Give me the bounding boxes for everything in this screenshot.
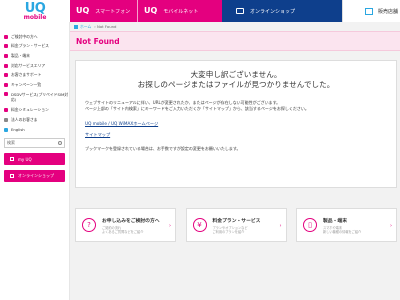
breadcrumb: ホーム › Not Found (70, 22, 400, 31)
cart-icon (236, 8, 244, 14)
logo-subtext: mobile (23, 13, 47, 21)
building-icon (4, 117, 8, 122)
my-uq-label: my UQ (18, 156, 32, 162)
card-title: 製品・端末 (323, 218, 347, 224)
phone-icon (4, 53, 8, 58)
search-icon[interactable] (58, 141, 62, 146)
sidebar: ご検討中の方へ 料金プラン・サービス 製品・端末 対応サービスエリア お客さまサ… (0, 22, 70, 300)
cart-icon (10, 174, 14, 179)
online-shop-label: オンラインショップ (18, 173, 54, 179)
tab-online-shop-label: オンラインショップ (250, 8, 296, 15)
support-icon (4, 73, 8, 78)
site-header: UQ mobile UQ スマートフォン UQ モバイルネット オンラインショッ… (0, 0, 400, 22)
page-title-bar: Not Found (70, 31, 400, 51)
tab-store-label: 販売店舗 (378, 8, 399, 15)
guide-cards: ? お申し込みをご検討の方へ ご契約の流れ よくあるご質問などをご紹介 › ¥ … (75, 208, 397, 242)
breadcrumb-current: Not Found (97, 24, 117, 29)
yen-icon (4, 44, 8, 49)
sidebar-item-label: お客さまサポート (11, 72, 42, 78)
sidebar-item-consider[interactable]: ご検討中の方へ (0, 32, 69, 42)
sidebar-item-label: キャンペーン一覧 (11, 81, 42, 87)
card-subtitle: スマホや端末 新しい機種の情報をご紹介 (323, 225, 362, 234)
card-consider[interactable]: ? お申し込みをご検討の方へ ご契約の流れ よくあるご質問などをご紹介 › (75, 208, 176, 242)
not-found-panel: 大変申し訳ございません。 お探しのページまたはファイルが見つかりませんでした。 … (75, 60, 397, 188)
card-plans[interactable]: ¥ 料金プラン・サービス プランやオプションなど ご利用のプランを紹介 › (185, 208, 287, 242)
sidebar-item-label: 料金シミュレーション (11, 107, 49, 113)
card-title: お申し込みをご検討の方へ (102, 218, 160, 224)
main-content: ホーム › Not Found Not Found 大変申し訳ございません。 お… (70, 22, 400, 300)
tab-online-shop[interactable]: オンラインショップ (222, 0, 342, 22)
sidebar-item-area[interactable]: 対応サービスエリア (0, 61, 69, 71)
page-title: Not Found (76, 36, 120, 46)
calculator-icon (4, 108, 8, 113)
error-heading-line1: 大変申し訳ございません。 (190, 70, 282, 79)
my-uq-button[interactable]: my UQ (4, 153, 65, 166)
user-icon (10, 157, 14, 162)
chevron-right-icon: › (390, 223, 392, 229)
card-products[interactable]: ▯ 製品・端末 スマホや端末 新しい機種の情報をご紹介 › (296, 208, 397, 242)
error-heading: 大変申し訳ございません。 お探しのページまたはファイルが見つかりませんでした。 (76, 70, 396, 90)
card-subtitle: ご契約の流れ よくあるご質問などをご紹介 (102, 225, 144, 234)
homepage-link[interactable]: UQ mobile / UQ WiMAXホームページ (85, 118, 387, 129)
tab-store[interactable]: 販売店舗 (342, 0, 400, 22)
help-links: UQ mobile / UQ WiMAXホームページ サイトマップ (76, 118, 396, 140)
error-heading-line2: お探しのページまたはファイルが見つかりませんでした。 (137, 80, 335, 89)
sidebar-nav: ご検討中の方へ 料金プラン・サービス 製品・端末 対応サービスエリア お客さまサ… (0, 22, 69, 134)
sidebar-item-prepaid[interactable]: DSDVサービス(プリペイドSIM対応) (0, 90, 69, 106)
sidebar-item-products[interactable]: 製品・端末 (0, 51, 69, 61)
sidebar-item-english[interactable]: English (0, 125, 69, 135)
sidebar-item-business[interactable]: 法人のお客さま (0, 115, 69, 125)
tab-mobile-net[interactable]: UQ モバイルネット (137, 0, 222, 22)
tab-mobile-net-label: モバイルネット (163, 8, 199, 15)
tab-smartphone[interactable]: UQ スマートフォン (70, 0, 137, 22)
error-description-line2: ページ上部の「サイト内検索」にキーワードをご入力いただくか「サイトマップ」から、… (85, 105, 309, 111)
person-icon: ? (82, 218, 96, 232)
card-title: 料金プラン・サービス (212, 218, 261, 224)
uq-mobile-logo[interactable]: UQ mobile (0, 0, 70, 22)
globe-icon (4, 127, 8, 132)
breadcrumb-home[interactable]: ホーム (80, 24, 91, 30)
sidebar-item-label: 対応サービスエリア (11, 62, 46, 68)
error-description: ウェブサイトのリニューアルに伴い、URLが変更されたか、またはページが存在しない… (76, 100, 396, 111)
campaign-icon (4, 82, 8, 87)
search-placeholder: 検索 (7, 140, 15, 146)
sidebar-item-label: DSDVサービス(プリペイドSIM対応) (11, 91, 69, 102)
tab-smartphone-label: スマートフォン (95, 8, 131, 15)
home-icon (74, 24, 78, 29)
sidebar-item-label: 料金プラン・サービス (11, 43, 49, 49)
sidebar-item-campaigns[interactable]: キャンペーン一覧 (0, 80, 69, 90)
sidebar-item-label: 法人のお客さま (11, 116, 38, 122)
sidebar-item-plans[interactable]: 料金プラン・サービス (0, 42, 69, 52)
bookmark-note: ブックマークを登録されている場合は、お手数ですが設定の変更をお願いいたします。 (85, 146, 241, 152)
sitemap-link[interactable]: サイトマップ (85, 129, 387, 140)
online-shop-button[interactable]: オンラインショップ (4, 170, 65, 183)
sidebar-item-label: 製品・端末 (11, 52, 30, 58)
phone-icon: ▯ (303, 218, 317, 232)
chevron-right-icon: › (279, 223, 282, 229)
store-icon (365, 7, 373, 15)
chevron-right-icon: › (169, 223, 171, 229)
tab-smartphone-logo: UQ (76, 6, 90, 15)
sidebar-item-label: English (11, 127, 25, 133)
tab-mobile-net-logo: UQ (144, 6, 158, 15)
yen-icon: ¥ (192, 218, 207, 232)
map-pin-icon (4, 63, 8, 68)
sim-icon (4, 91, 8, 96)
sidebar-item-simulation[interactable]: 料金シミュレーション (0, 106, 69, 116)
card-subtitle: プランやオプションなど ご利用のプランを紹介 (212, 225, 248, 234)
sidebar-item-support[interactable]: お客さまサポート (0, 70, 69, 80)
sidebar-item-label: ご検討中の方へ (11, 33, 38, 39)
search-input[interactable]: 検索 (4, 138, 65, 149)
person-icon (4, 34, 8, 39)
